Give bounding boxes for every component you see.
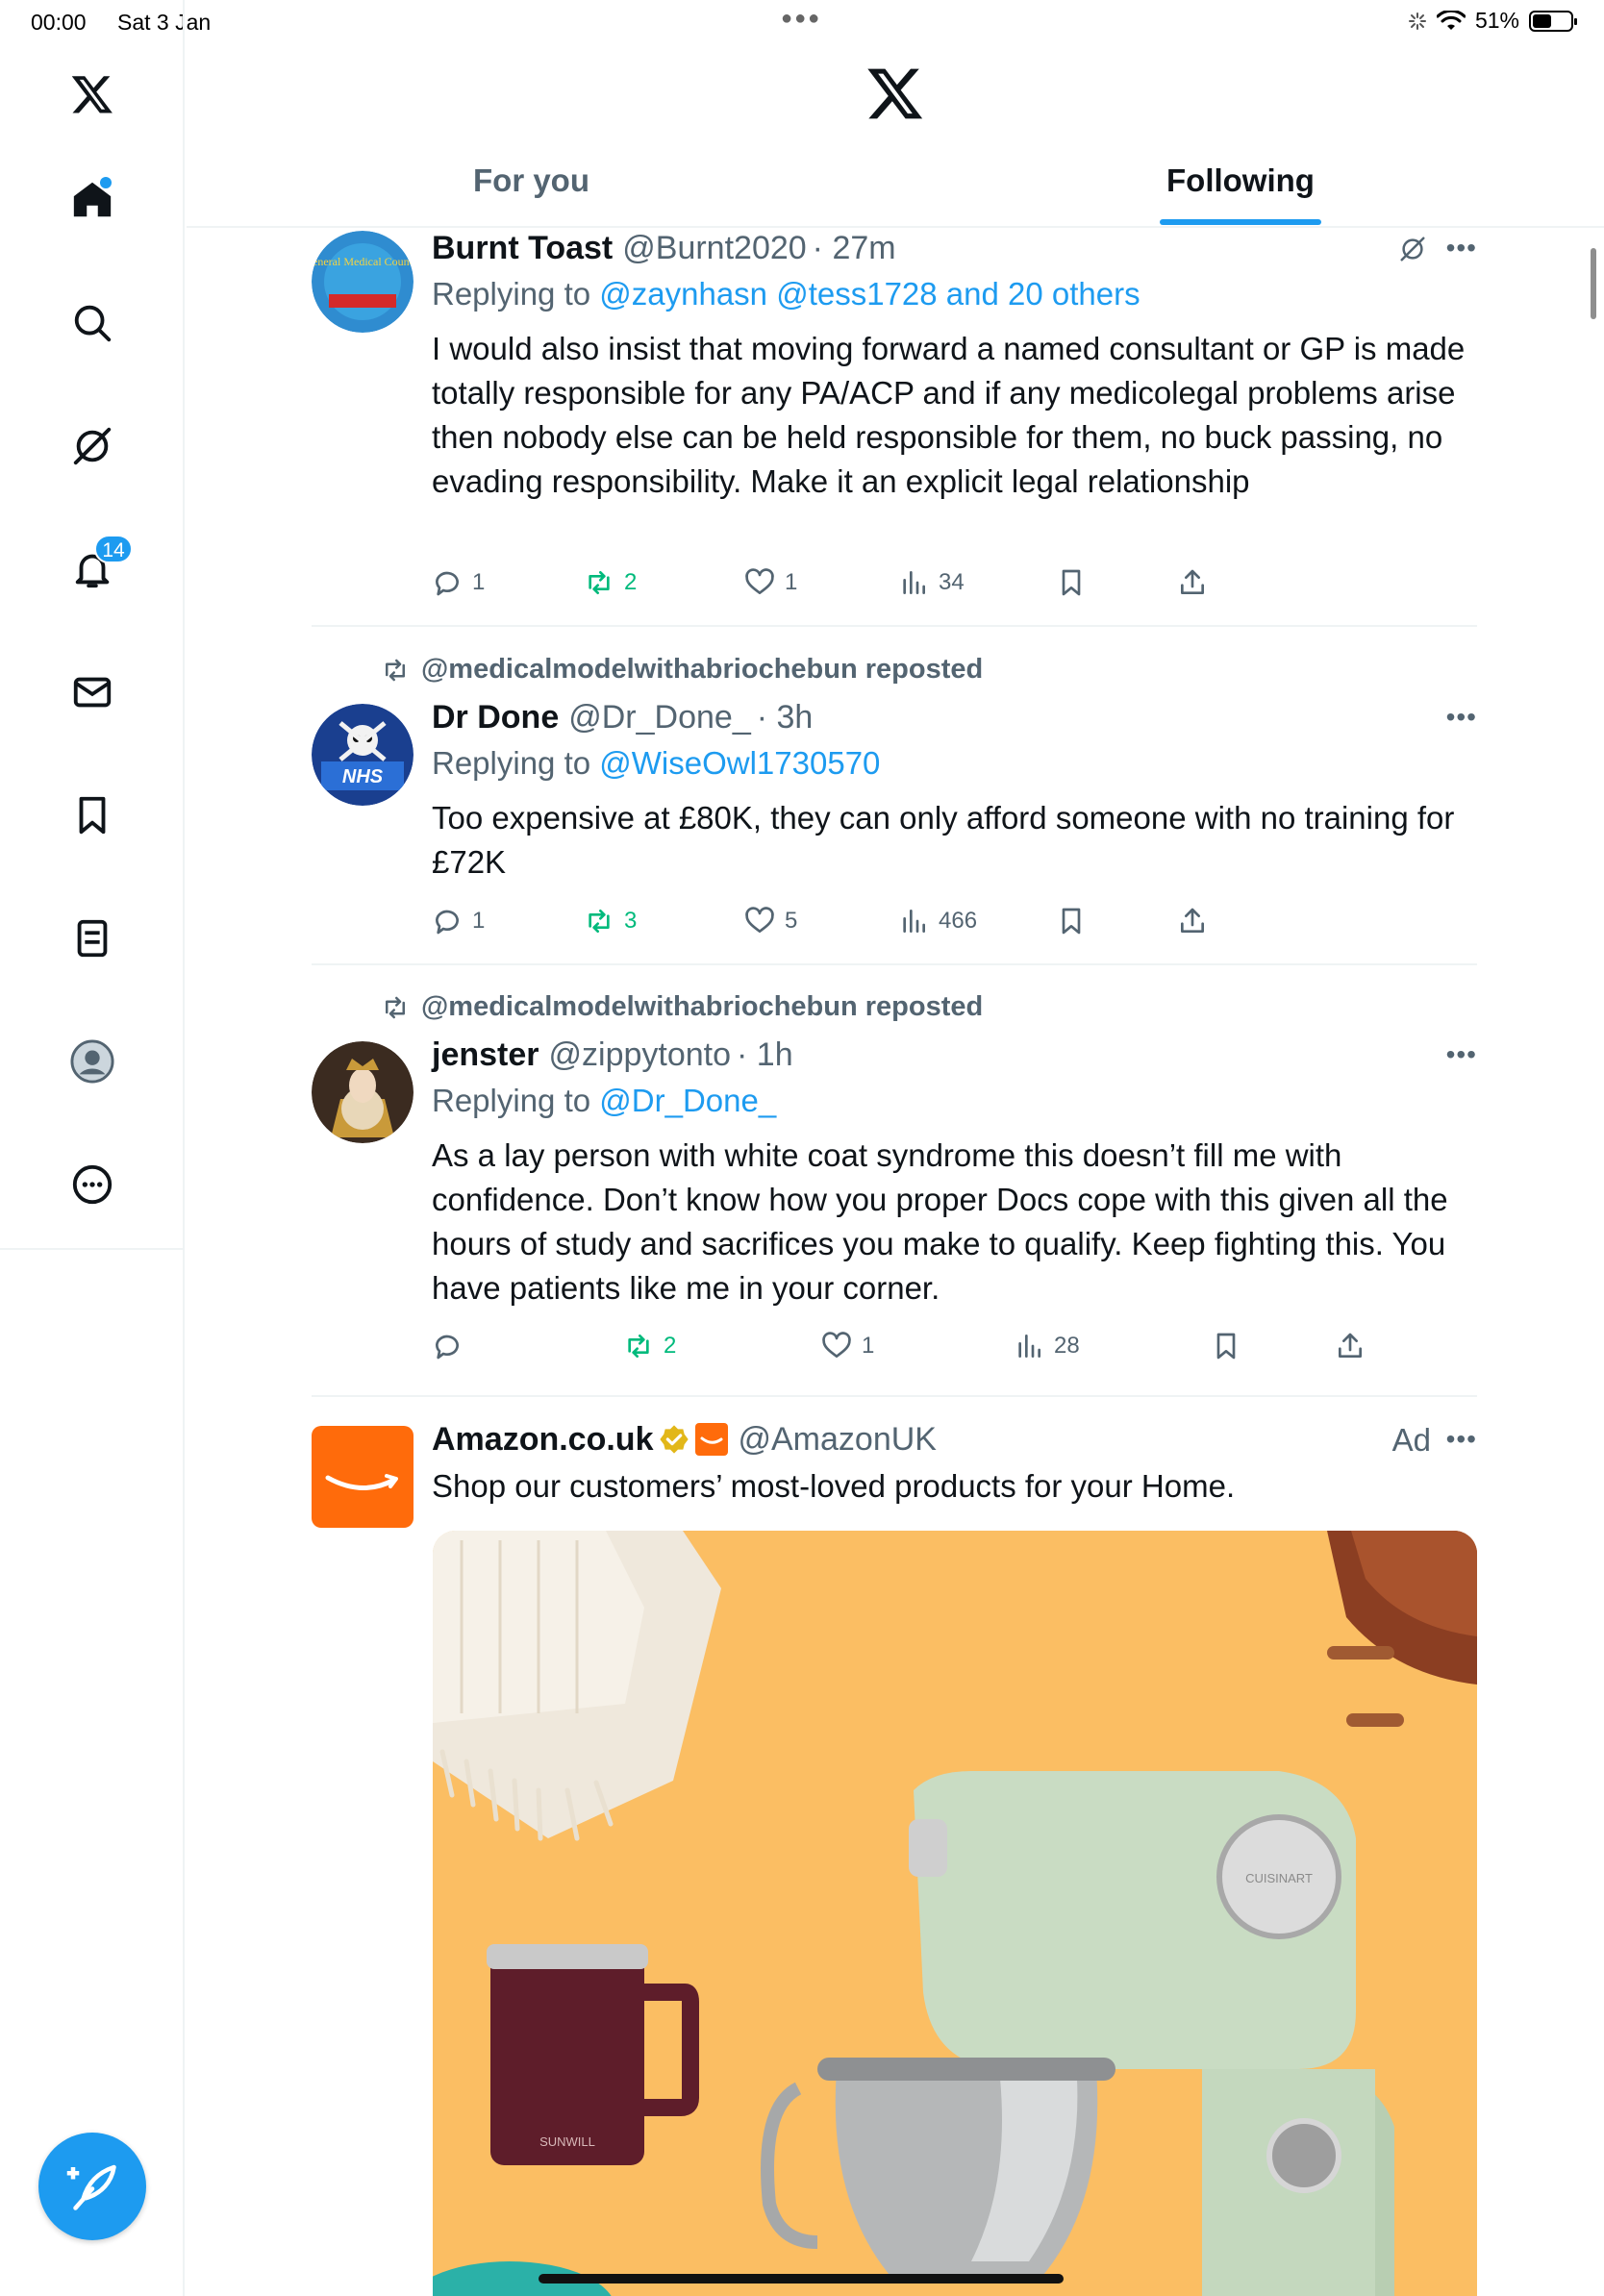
affiliate-amazon-icon (695, 1423, 729, 1456)
sidebar-item-bookmarks[interactable] (63, 786, 121, 844)
avatar-icon (70, 1039, 114, 1084)
compose-feather-icon (66, 2164, 116, 2210)
list-icon (77, 919, 108, 958)
sidebar-item-grok[interactable] (63, 417, 121, 475)
grok-icon (73, 427, 112, 465)
more-circle-icon (72, 1164, 113, 1205)
sidebar-divider (0, 1248, 185, 1250)
notifications-badge: 14 (94, 535, 133, 563)
sidebar: 14 (0, 0, 185, 2296)
advertiser-name[interactable]: Amazon.co.uk (432, 1420, 653, 1459)
sidebar-item-profile[interactable] (63, 1033, 121, 1090)
home-unread-dot (100, 177, 112, 188)
sidebar-item-notifications[interactable]: 14 (63, 535, 133, 598)
advertiser-handle[interactable]: @AmazonUK (738, 1420, 936, 1459)
ad-image[interactable]: SUNWILL CUISINART (433, 1531, 1477, 2296)
x-logo-icon[interactable] (63, 65, 121, 123)
verified-gold-badge-icon (660, 1425, 689, 1454)
home-indicator[interactable] (539, 2274, 1064, 2284)
bookmark-icon (79, 796, 106, 835)
tweet-header: Amazon.co.uk @AmazonUK (432, 1420, 1477, 1459)
mixer-brand-text: CUISINART (1245, 1871, 1313, 1885)
ad-tweet[interactable]: Amazon.co.uk @AmazonUK Ad ••• Shop our c… (312, 0, 1477, 2296)
sidebar-item-messages[interactable] (63, 663, 121, 721)
sidebar-item-home[interactable] (63, 171, 121, 229)
search-icon (74, 305, 112, 342)
more-options-icon[interactable]: ••• (1446, 1424, 1477, 1455)
battery-percent: 51% (1474, 8, 1519, 33)
sidebar-item-lists[interactable] (63, 910, 121, 967)
mug-brand-text: SUNWILL (539, 2134, 595, 2149)
ad-text: Shop our customers’ most-loved products … (432, 1468, 1236, 1504)
sidebar-item-explore[interactable] (63, 294, 121, 352)
amazon-logo-icon[interactable] (312, 1426, 414, 1528)
scrollbar[interactable] (1591, 248, 1596, 319)
tweet-content: Amazon.co.uk @AmazonUK Ad ••• Shop our c… (432, 1420, 1477, 1509)
ad-label: Ad (1391, 1422, 1431, 1458)
mail-icon (73, 677, 112, 708)
compose-button[interactable] (38, 2133, 146, 2240)
battery-icon (1529, 10, 1577, 32)
sidebar-item-more[interactable] (63, 1156, 121, 1213)
